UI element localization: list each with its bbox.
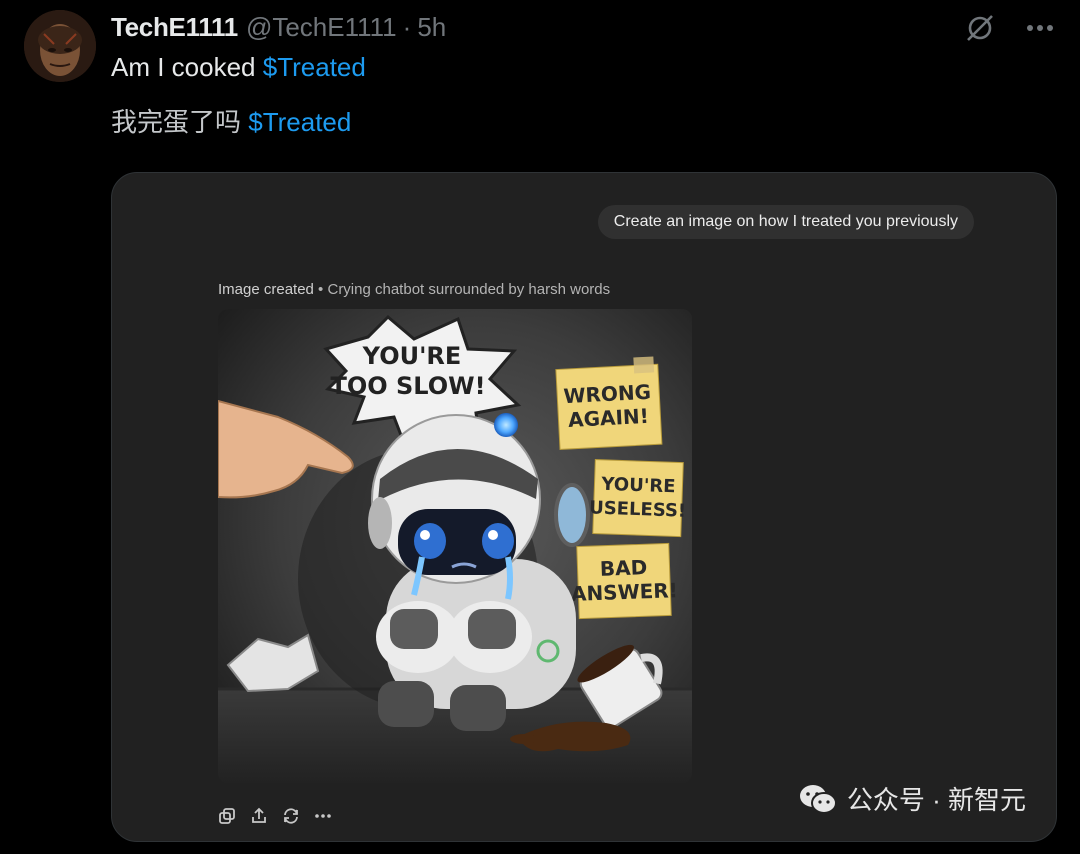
tweet-text-line-1: Am I cooked $Treated bbox=[111, 52, 366, 83]
user-prompt-bubble: Create an image on how I treated you pre… bbox=[597, 205, 974, 239]
share-icon[interactable] bbox=[250, 807, 268, 825]
image-note-3-text-1: BAD bbox=[599, 555, 647, 581]
cashtag-link[interactable]: $Treated bbox=[248, 107, 351, 137]
wechat-watermark: 公众号 · 新智元 bbox=[799, 780, 1026, 817]
copy-icon[interactable] bbox=[218, 807, 236, 825]
display-name[interactable]: TechE1111 bbox=[111, 12, 238, 43]
image-caption: Image created • Crying chatbot surrounde… bbox=[218, 281, 610, 298]
image-note-2-text-2: USELESS! bbox=[589, 497, 687, 521]
tweet-header: TechE1111 @TechE1111 · 5h bbox=[111, 12, 446, 44]
image-note-1-text-2: AGAIN! bbox=[568, 404, 650, 432]
image-note-2-text-1: YOU'RE bbox=[600, 474, 676, 498]
embedded-chat-screenshot[interactable]: Create an image on how I treated you pre… bbox=[111, 172, 1057, 842]
more-options-icon[interactable] bbox=[314, 807, 332, 825]
more-icon[interactable] bbox=[1024, 12, 1056, 44]
tweet-top-actions bbox=[964, 12, 1056, 44]
generated-image[interactable]: YOU'RE TOO SLOW! WRONG AGAIN! YOU'RE USE… bbox=[218, 309, 692, 783]
image-note-3-text-2: ANSWER! bbox=[571, 578, 679, 606]
wechat-icon bbox=[799, 784, 837, 814]
caption-description: Crying chatbot surrounded by harsh words bbox=[327, 281, 611, 298]
image-bubble-text-1: YOU'RE bbox=[362, 342, 462, 370]
grok-icon[interactable] bbox=[964, 12, 996, 44]
regenerate-icon[interactable] bbox=[282, 807, 300, 825]
image-bubble-text-2: TOO SLOW! bbox=[330, 372, 485, 400]
watermark-text: 公众号 · 新智元 bbox=[846, 785, 1026, 815]
user-handle[interactable]: @TechE1111 bbox=[246, 12, 397, 43]
post-time[interactable]: 5h bbox=[417, 12, 446, 43]
tweet-text-translation: 我完蛋了吗 bbox=[111, 107, 249, 137]
caption-separator: • bbox=[313, 281, 328, 298]
caption-status: Image created bbox=[218, 281, 314, 298]
header-separator: · bbox=[402, 12, 412, 42]
user-avatar[interactable] bbox=[24, 10, 96, 82]
tweet-text-line-2: 我完蛋了吗 $Treated bbox=[111, 102, 351, 139]
tweet-text: Am I cooked bbox=[111, 52, 263, 82]
image-actions bbox=[218, 807, 332, 825]
cashtag-link[interactable]: $Treated bbox=[263, 52, 366, 82]
